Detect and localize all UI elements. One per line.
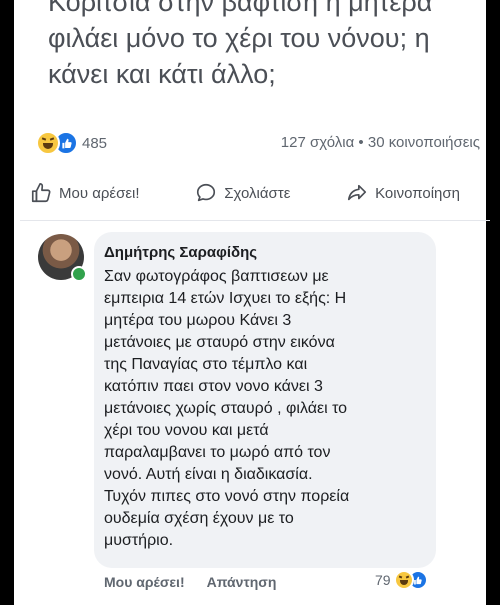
comment-line: μετάνοιες χωρίς σταυρό , φιλάει το — [104, 400, 348, 417]
divider — [20, 220, 490, 221]
comment-bubble-icon — [197, 183, 216, 202]
comment-reaction-count: 79 — [375, 572, 391, 588]
thumbs-up-icon — [31, 183, 51, 203]
haha-reaction-icon — [393, 570, 414, 590]
comment-reactions[interactable]: 79 — [375, 570, 428, 590]
like-label: Μου αρέσει! — [59, 184, 140, 202]
like-button[interactable]: Μου αρέσει! — [30, 182, 140, 204]
comment-author[interactable]: Δημήτρης Σαραφίδης — [104, 244, 257, 261]
comment-like-button[interactable]: Μου αρέσει! — [104, 574, 185, 590]
comment-line: μυστήριο. — [104, 532, 174, 549]
comment-line: κατόπιν παει στον νονο κάνει 3 — [104, 378, 323, 395]
comment-line: εμπειρια 14 ετών Ισχυει το εξής: Η — [104, 290, 347, 307]
comment-line: παραλαμβανει το μωρό από τον — [104, 444, 331, 461]
reaction-count: 485 — [82, 134, 108, 152]
comment-line: χέρι του νονου και μετά — [104, 422, 269, 439]
comments-shares-count[interactable]: 127 σχόλια • 30 κοινοποιήσεις — [281, 134, 480, 151]
share-arrow-icon — [348, 184, 367, 201]
post-line: φιλάει μόνο το χέρι του νόνου; η — [48, 23, 430, 53]
comment-button[interactable]: Σχολιάστε — [195, 182, 290, 204]
comment-line: Τυχόν πιπες στο νονό στην πορεία — [104, 488, 350, 505]
post-line: Κοριτσια στην βαφτιση η μητερα — [48, 0, 433, 17]
comment-line: της Παναγίας στο τέμπλο και — [104, 356, 308, 373]
share-label: Κοινοποίηση — [375, 184, 460, 202]
haha-reaction-icon — [36, 131, 60, 155]
comment-line: νονό. Αυτή είναι η διαδικασία. — [104, 466, 313, 483]
comment-line: μετάνοιες με σταυρό στην εικόνα — [104, 334, 335, 351]
share-button[interactable]: Κοινοποίηση — [346, 182, 460, 204]
comment-line: ουδεμία σχέση έχουν με το — [104, 510, 294, 527]
comment-line: μητέρα του μωρου Κάνει 3 — [104, 312, 292, 329]
comment-reply-button[interactable]: Απάντηση — [207, 574, 277, 590]
post-reactions[interactable]: 485 — [36, 130, 107, 156]
post-actions: Μου αρέσει! Σχολιάστε Κοινοποίηση — [30, 182, 460, 204]
comment-actions: Μου αρέσει! Απάντηση — [104, 574, 276, 590]
comment-label: Σχολιάστε — [224, 184, 291, 202]
online-status-indicator — [71, 266, 87, 282]
post-text: Κοριτσια στην βαφτιση η μητερα φιλάει μό… — [48, 0, 478, 92]
comment-line: Σαν φωτογράφος βαπτισεων με — [104, 268, 329, 285]
comment-text: Σαν φωτογράφος βαπτισεων με εμπειρια 14 … — [104, 266, 434, 552]
post-line: κάνει και κάτι άλλο; — [48, 59, 276, 89]
